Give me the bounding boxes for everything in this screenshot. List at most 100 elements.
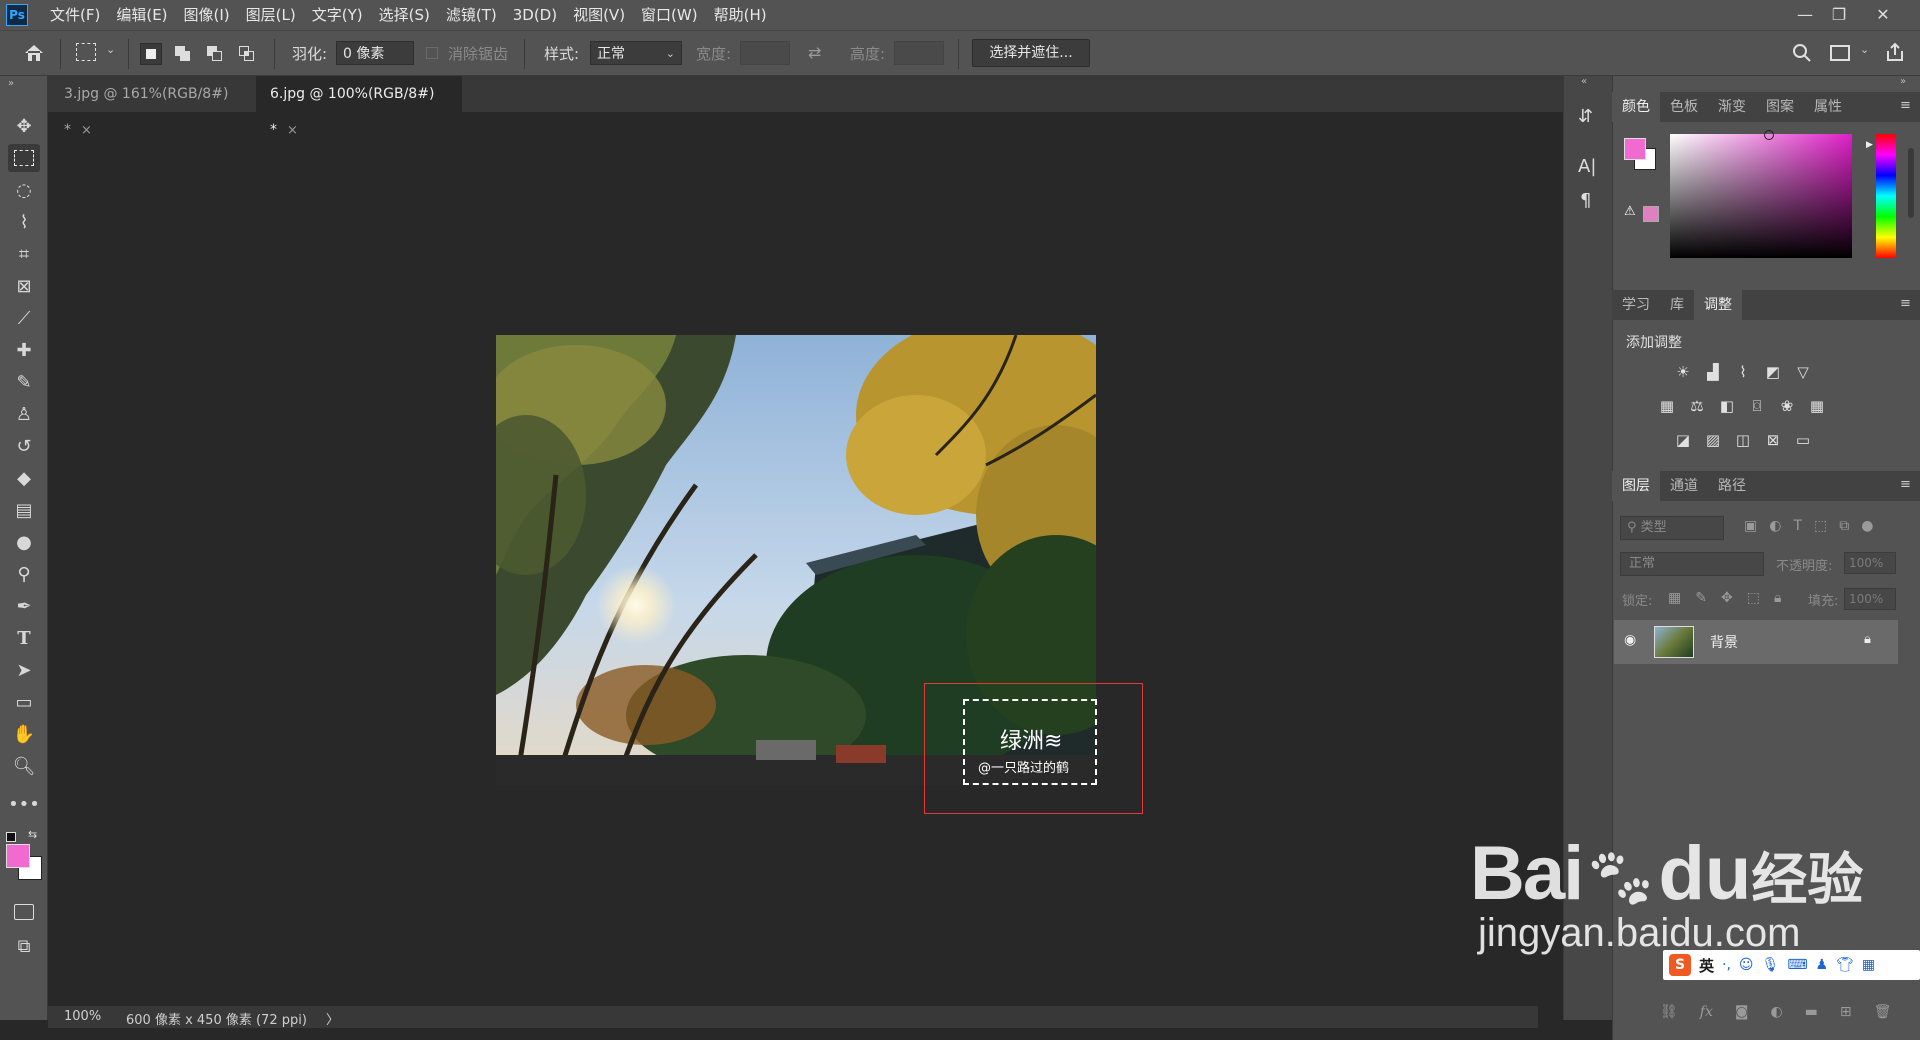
zoom-level[interactable]: 100% bbox=[64, 1009, 101, 1024]
keyboard-icon[interactable]: ⌨ bbox=[1787, 957, 1807, 973]
layer-thumbnail[interactable] bbox=[1654, 626, 1694, 658]
path-select-tool-icon[interactable]: ➤ bbox=[8, 656, 40, 684]
opacity-input[interactable]: 100% bbox=[1844, 552, 1896, 574]
lock-transparency-icon[interactable]: ▦ bbox=[1668, 590, 1681, 606]
color-balance-icon[interactable]: ⚖ bbox=[1686, 396, 1708, 416]
channel-mixer-icon[interactable]: ❀ bbox=[1776, 396, 1798, 416]
color-panel-scrollbar[interactable] bbox=[1908, 148, 1914, 218]
home-icon[interactable] bbox=[22, 41, 46, 69]
tab-layers[interactable]: 图层 bbox=[1612, 471, 1660, 501]
shape-filter-icon[interactable]: ⬚ bbox=[1814, 518, 1827, 534]
frame-tool-icon[interactable]: ⊠ bbox=[8, 272, 40, 300]
type-filter-icon[interactable]: T bbox=[1793, 518, 1802, 534]
photo-filter-icon[interactable]: ⌼ bbox=[1746, 396, 1768, 416]
style-select[interactable]: 正常 ⌄ bbox=[590, 41, 682, 65]
fill-input[interactable]: 100% bbox=[1844, 588, 1896, 610]
antialias-checkbox[interactable] bbox=[426, 47, 438, 59]
quick-select-tool-icon[interactable]: ⌇ bbox=[8, 208, 40, 236]
emoji-icon[interactable]: ☺ bbox=[1739, 957, 1754, 973]
black-white-icon[interactable]: ◧ bbox=[1716, 396, 1738, 416]
blend-mode-select[interactable]: 正常 bbox=[1620, 552, 1764, 576]
hue-saturation-icon[interactable]: ▦ bbox=[1656, 396, 1678, 416]
quick-mask-icon[interactable] bbox=[8, 898, 40, 926]
panel-menu-icon[interactable]: ≡ bbox=[1900, 98, 1911, 113]
foreground-color-swatch[interactable] bbox=[6, 844, 30, 868]
chevron-down-icon[interactable]: ⌄ bbox=[106, 43, 115, 56]
search-icon[interactable] bbox=[1792, 43, 1812, 67]
exposure-icon[interactable]: ◩ bbox=[1762, 362, 1784, 382]
lock-artboard-icon[interactable]: ⬚ bbox=[1747, 590, 1760, 606]
menu-type[interactable]: 文字(Y) bbox=[304, 0, 371, 30]
lasso-tool-icon[interactable]: ◌ bbox=[8, 176, 40, 204]
selective-color-icon[interactable]: ⊠ bbox=[1762, 430, 1784, 450]
menu-edit[interactable]: 编辑(E) bbox=[108, 0, 175, 30]
tab-gradients[interactable]: 渐变 bbox=[1708, 92, 1756, 122]
menu-select[interactable]: 选择(S) bbox=[371, 0, 438, 30]
menu-layer[interactable]: 图层(L) bbox=[238, 0, 304, 30]
new-adjustment-layer-icon[interactable]: ◐ bbox=[1770, 1004, 1782, 1020]
swap-colors-icon[interactable]: ⇆ bbox=[28, 828, 37, 841]
ime-language[interactable]: 英 bbox=[1699, 955, 1714, 976]
new-group-icon[interactable]: ▬ bbox=[1805, 1004, 1818, 1020]
threshold-icon[interactable]: ◫ bbox=[1732, 430, 1754, 450]
eyedropper-tool-icon[interactable]: ⟋ bbox=[8, 304, 40, 332]
color-picker-cursor[interactable] bbox=[1764, 130, 1774, 140]
layer-row[interactable]: ◉ 背景 🔒︎ bbox=[1614, 620, 1898, 664]
hand-tool-icon[interactable]: ✋ bbox=[8, 720, 40, 748]
tab-swatches[interactable]: 色板 bbox=[1660, 92, 1708, 122]
vibrance-icon[interactable]: ▽ bbox=[1792, 362, 1814, 382]
healing-brush-tool-icon[interactable]: ✚ bbox=[8, 336, 40, 364]
crop-tool-icon[interactable]: ⌗ bbox=[8, 240, 40, 268]
levels-icon[interactable]: ▟ bbox=[1702, 362, 1724, 382]
curves-icon[interactable]: ⌇ bbox=[1732, 362, 1754, 382]
menu-image[interactable]: 图像(I) bbox=[176, 0, 238, 30]
status-arrow-icon[interactable]: 〉 bbox=[326, 1009, 339, 1028]
menu-3d[interactable]: 3D(D) bbox=[505, 0, 565, 30]
skin-icon[interactable]: 👕︎ bbox=[1836, 957, 1854, 973]
shape-tool-icon[interactable]: ▭ bbox=[8, 688, 40, 716]
color-fg-swatch[interactable] bbox=[1624, 138, 1646, 160]
tab-libraries[interactable]: 库 bbox=[1660, 290, 1694, 320]
restore-button[interactable]: ❐ bbox=[1816, 0, 1862, 30]
screen-mode-icon[interactable]: ⧉ bbox=[8, 932, 40, 960]
hue-slider[interactable] bbox=[1876, 134, 1896, 258]
tab-learn[interactable]: 学习 bbox=[1612, 290, 1660, 320]
toolbox-icon[interactable]: ▦ bbox=[1862, 957, 1875, 973]
lock-position-icon[interactable]: ✥ bbox=[1721, 590, 1733, 606]
layer-lock-icon[interactable]: 🔒︎ bbox=[1864, 632, 1871, 647]
lock-pixels-icon[interactable]: ✎ bbox=[1695, 590, 1707, 606]
menu-view[interactable]: 视图(V) bbox=[565, 0, 633, 30]
gamut-color-swatch[interactable] bbox=[1643, 206, 1659, 222]
select-and-mask-button[interactable]: 选择并遮住... bbox=[972, 39, 1090, 67]
menu-filter[interactable]: 滤镜(T) bbox=[438, 0, 505, 30]
hue-slider-marker[interactable]: ▶ bbox=[1866, 140, 1873, 150]
gradient-tool-icon[interactable]: ▤ bbox=[8, 496, 40, 524]
tab-3jpg[interactable]: 3.jpg @ 161%(RGB/8#) * × bbox=[50, 76, 256, 138]
lock-all-icon[interactable]: 🔒︎ bbox=[1774, 590, 1781, 606]
tab-color[interactable]: 颜色 bbox=[1612, 92, 1660, 122]
intersect-selection-icon[interactable] bbox=[236, 43, 258, 65]
panel-menu-icon[interactable]: ≡ bbox=[1900, 296, 1911, 311]
move-tool-icon[interactable]: ✥ bbox=[8, 112, 40, 140]
tab-patterns[interactable]: 图案 bbox=[1756, 92, 1804, 122]
height-input[interactable] bbox=[894, 41, 944, 65]
collapse-panels-icon[interactable]: » bbox=[1900, 76, 1906, 87]
collapse-toolbar-icon[interactable]: » bbox=[8, 78, 14, 89]
swap-icon[interactable]: ⇄ bbox=[808, 43, 821, 62]
add-to-selection-icon[interactable] bbox=[172, 43, 194, 65]
color-lookup-icon[interactable]: ▦ bbox=[1806, 396, 1828, 416]
invert-icon[interactable]: ◪ bbox=[1672, 430, 1694, 450]
close-window-button[interactable]: ✕ bbox=[1860, 0, 1906, 30]
subtract-selection-icon[interactable] bbox=[204, 43, 226, 65]
feather-input[interactable]: 0 像素 bbox=[336, 41, 414, 65]
type-tool-icon[interactable]: T bbox=[8, 624, 40, 652]
layer-filter-select[interactable]: ⚲ 类型 bbox=[1620, 516, 1724, 540]
sogou-logo-icon[interactable]: S bbox=[1669, 954, 1691, 976]
close-tab-icon[interactable]: × bbox=[81, 123, 92, 138]
stamp-tool-icon[interactable]: ♙ bbox=[8, 400, 40, 428]
tab-channels[interactable]: 通道 bbox=[1660, 471, 1708, 501]
filter-toggle-icon[interactable]: ● bbox=[1861, 518, 1873, 534]
gradient-map-icon[interactable]: ▭ bbox=[1792, 430, 1814, 450]
default-colors-icon[interactable] bbox=[6, 832, 16, 842]
visibility-eye-icon[interactable]: ◉ bbox=[1624, 632, 1636, 648]
